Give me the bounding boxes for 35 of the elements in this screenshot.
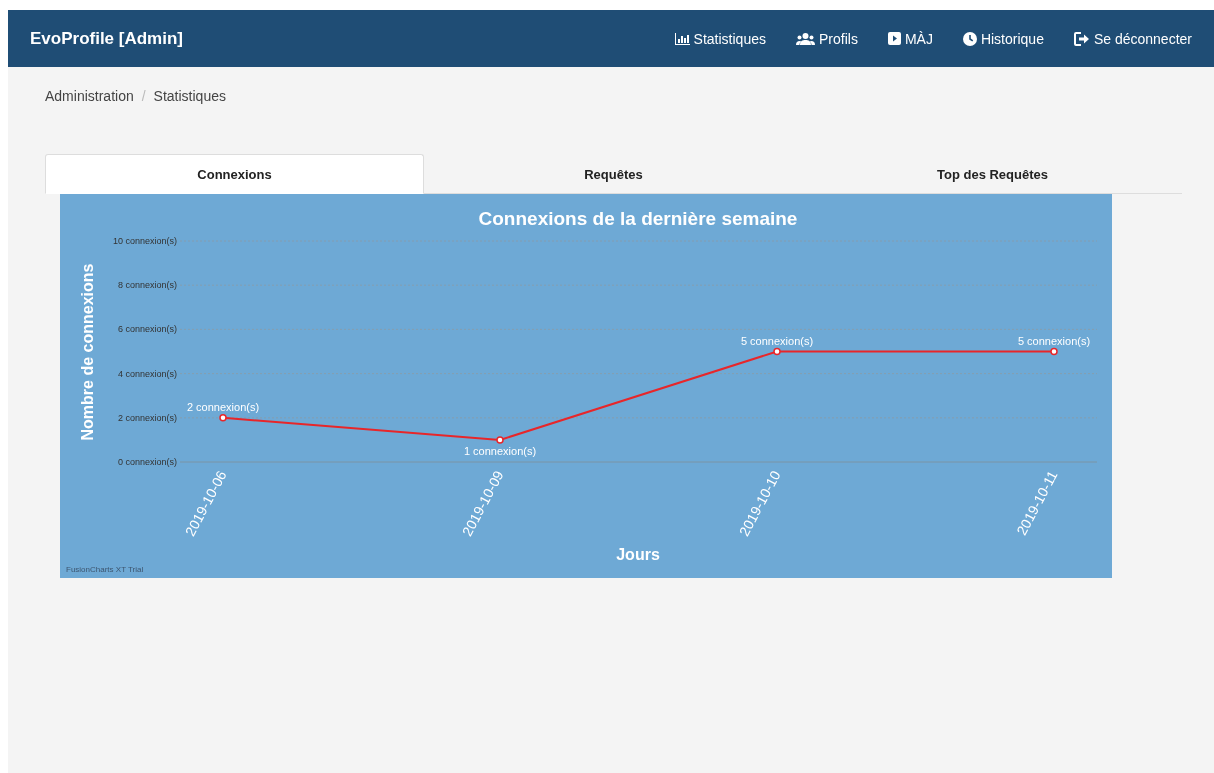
- y-tick-label: 0 connexion(s): [117, 457, 177, 467]
- y-axis-label: Nombre de connexions: [79, 263, 96, 441]
- watermark: FusionCharts XT Trial: [66, 565, 144, 574]
- tab[interactable]: Top des Requêtes: [803, 154, 1182, 194]
- breadcrumb-item: Statistiques: [153, 88, 226, 106]
- y-tick-label: 6 connexion(s): [117, 324, 177, 335]
- bar-chart-icon: [674, 32, 690, 45]
- data-point: [496, 436, 504, 444]
- nav-link[interactable]: Profils: [796, 30, 858, 47]
- nav-link[interactable]: Se déconnecter: [1073, 30, 1192, 47]
- nav-link[interactable]: Statistiques: [674, 30, 766, 47]
- nav-link[interactable]: Historique: [962, 30, 1044, 47]
- data-label: 5 connexion(s): [1017, 334, 1091, 347]
- y-tick-label: 8 connexion(s): [117, 280, 177, 291]
- data-point: [773, 347, 781, 356]
- y-tick-label: 4 connexion(s): [117, 368, 177, 379]
- chart-title: Connexions de la dernière semaine: [478, 208, 798, 229]
- tab[interactable]: Requêtes: [424, 154, 803, 194]
- tab[interactable]: Connexions: [45, 154, 424, 194]
- nav-link[interactable]: MÀJ: [887, 30, 933, 47]
- data-point: [1050, 347, 1058, 356]
- users-icon: [796, 32, 815, 45]
- x-axis-label: Jours: [616, 546, 660, 563]
- y-tick-label: 10 connexion(s): [112, 236, 177, 246]
- data-label: 5 connexion(s): [740, 334, 814, 347]
- sign-out-icon: [1073, 31, 1090, 46]
- play-icon: [887, 32, 901, 45]
- data-point: [219, 414, 227, 422]
- breadcrumb-separator: /: [141, 88, 146, 106]
- brand-title[interactable]: EvoProfile [Admin]: [30, 28, 183, 49]
- clock-icon: [962, 31, 977, 46]
- data-label: 2 connexion(s): [186, 400, 260, 413]
- breadcrumb-item[interactable]: Administration: [45, 88, 134, 108]
- y-tick-label: 2 connexion(s): [117, 412, 177, 423]
- data-label: 1 connexion(s): [463, 444, 537, 457]
